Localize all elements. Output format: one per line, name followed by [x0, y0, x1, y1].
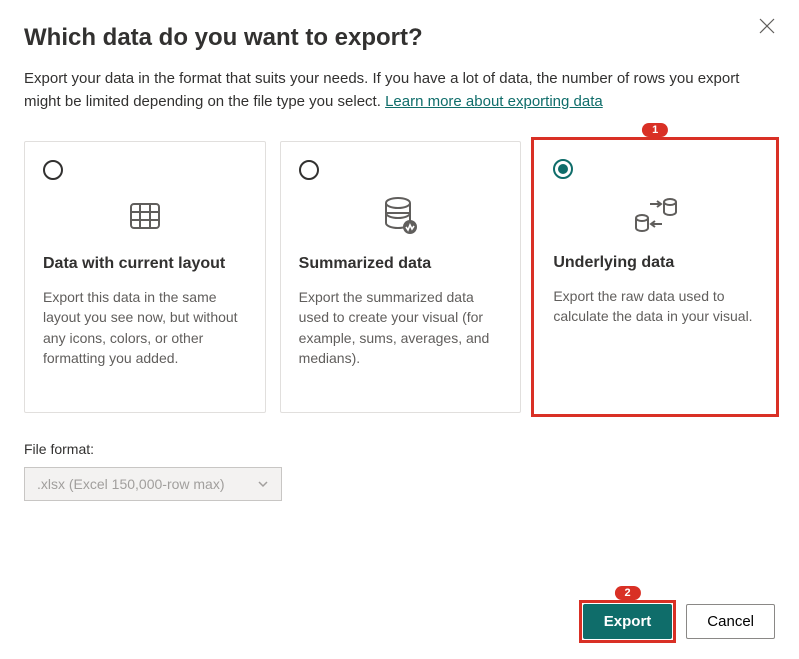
dialog-footer: 2 Export Cancel — [583, 604, 775, 639]
export-options: Data with current layout Export this dat… — [24, 141, 775, 413]
annotation-badge-1: 1 — [642, 123, 668, 137]
cancel-button[interactable]: Cancel — [686, 604, 775, 639]
option-underlying[interactable]: 1 Underlying data Export the raw data us… — [535, 141, 775, 413]
dialog-title: Which data do you want to export? — [24, 24, 775, 52]
radio-underlying[interactable] — [553, 159, 573, 179]
file-format-label: File format: — [24, 441, 775, 457]
option-summarized[interactable]: Summarized data Export the summarized da… — [280, 141, 522, 413]
option-description: Export the raw data used to calculate th… — [553, 286, 757, 327]
learn-more-link[interactable]: Learn more about exporting data — [385, 93, 603, 110]
file-format-select[interactable]: .xlsx (Excel 150,000-row max) — [24, 467, 282, 501]
dialog-description-text: Export your data in the format that suit… — [24, 70, 739, 110]
radio-current-layout[interactable] — [43, 160, 63, 180]
dialog-description: Export your data in the format that suit… — [24, 68, 764, 113]
file-format-value: .xlsx (Excel 150,000-row max) — [37, 476, 225, 492]
export-button[interactable]: Export — [583, 604, 673, 639]
close-button[interactable] — [755, 14, 779, 38]
database-transfer-icon — [553, 192, 757, 238]
database-summary-icon — [299, 193, 503, 239]
option-title: Summarized data — [299, 255, 503, 273]
table-icon — [43, 193, 247, 239]
chevron-down-icon — [257, 478, 269, 490]
option-title: Data with current layout — [43, 255, 247, 273]
option-title: Underlying data — [553, 254, 757, 272]
annotation-badge-2: 2 — [614, 586, 640, 600]
option-current-layout[interactable]: Data with current layout Export this dat… — [24, 141, 266, 413]
annotation-frame-1 — [531, 137, 779, 417]
option-description: Export the summarized data used to creat… — [299, 287, 503, 368]
close-icon — [758, 17, 776, 35]
radio-summarized[interactable] — [299, 160, 319, 180]
option-description: Export this data in the same layout you … — [43, 287, 247, 368]
